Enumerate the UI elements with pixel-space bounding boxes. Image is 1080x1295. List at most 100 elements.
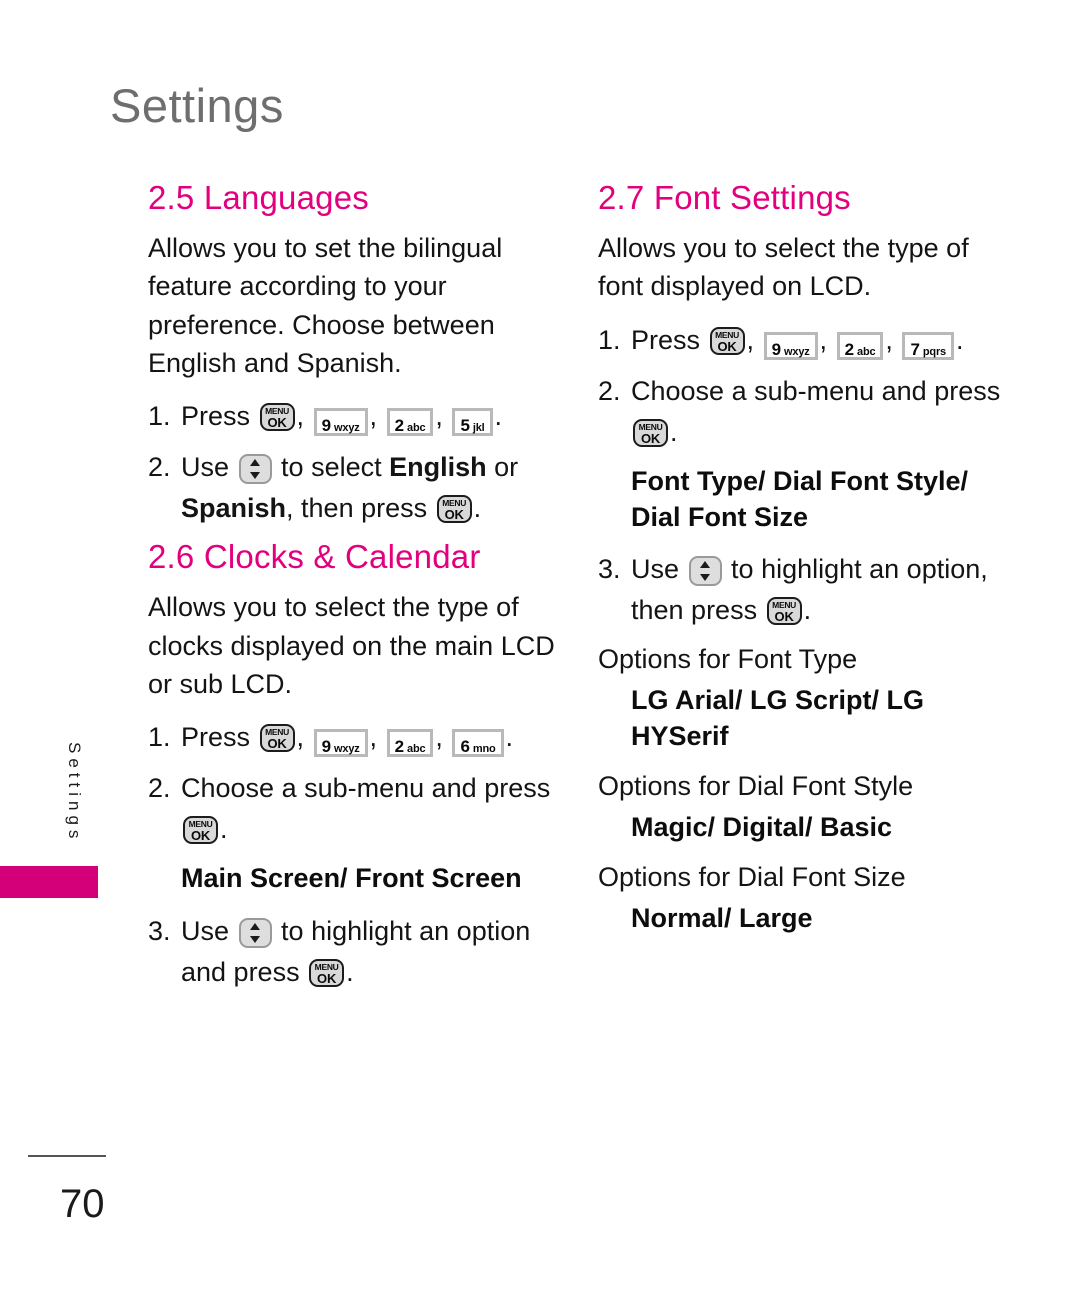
clocks-step-3: 3. Use to highlight an option and press M… <box>148 911 568 993</box>
keypad-digit: 9 <box>321 416 332 436</box>
keypad-digit: 2 <box>844 339 855 359</box>
side-tab-color-block <box>0 866 98 898</box>
menu-ok-key[interactable]: MENU OK <box>309 958 345 987</box>
comma: , <box>296 722 305 753</box>
step-trail: . <box>220 814 228 845</box>
conjunction: or <box>494 452 519 483</box>
triangle-up-icon <box>250 922 261 930</box>
triangle-down-icon <box>250 935 261 943</box>
triangle-down-icon <box>700 574 711 582</box>
step-trail: . <box>955 324 964 355</box>
menu-ok-key[interactable]: MENU OK <box>259 724 295 753</box>
menu-ok-key-bottom: OK <box>717 338 737 354</box>
comma: , <box>435 722 443 753</box>
navigation-up-down-key[interactable] <box>238 454 272 485</box>
step-tail: , then press <box>286 493 428 524</box>
menu-ok-key-bottom: OK <box>190 828 211 844</box>
section-title-font-settings: 2.7 Font Settings <box>598 179 851 216</box>
step-number: 3. <box>598 554 621 585</box>
step-number: 2. <box>598 375 621 406</box>
options-for-font-type-values: LG Arial/ LG Script/ LG HYSerif <box>631 684 925 751</box>
step-trail: . <box>505 722 514 753</box>
side-tab-label: Settings <box>65 742 84 844</box>
step-lead: Use <box>181 452 230 483</box>
keypad-key-9[interactable]: 9 wxyz <box>763 331 818 360</box>
languages-description: Allows you to set the bilingual feature … <box>148 232 503 378</box>
navigation-up-down-key[interactable] <box>688 556 722 587</box>
font-settings-description: Allows you to select the type of font di… <box>598 232 969 302</box>
step-trail: . <box>346 956 354 987</box>
font-settings-step-2: 2. Choose a sub-menu and press MENU OK. <box>598 371 1018 453</box>
section-title-languages: 2.5 Languages <box>148 179 369 216</box>
step-number: 1. <box>148 722 171 753</box>
keypad-key-2[interactable]: 2 abc <box>386 408 434 437</box>
font-settings-step-3: 3. Use to highlight an option, then press… <box>598 549 1018 631</box>
keypad-letters: jkl <box>472 422 485 435</box>
keypad-key-9[interactable]: 9 wxyz <box>313 729 368 758</box>
comma: , <box>296 401 305 432</box>
keypad-key-6[interactable]: 6 mno <box>452 729 504 758</box>
menu-ok-key[interactable]: MENU OK <box>436 495 472 524</box>
clocks-step-2: 2. Choose a sub-menu and press MENU OK. <box>148 768 568 850</box>
page-running-head: Settings <box>110 79 284 132</box>
options-for-dial-font-style-label: Options for Dial Font Style <box>598 771 914 802</box>
step-mid: to highlight an option and press <box>181 915 531 987</box>
keypad-letters: abc <box>407 422 426 435</box>
step-lead: Use <box>631 554 680 585</box>
comma: , <box>435 401 443 432</box>
languages-step-2: 2. Use to select English or Spanish, then… <box>148 447 568 529</box>
step-trail: . <box>494 401 503 432</box>
keypad-letters: wxyz <box>784 345 810 358</box>
menu-ok-key-bottom: OK <box>267 736 287 752</box>
step-number: 1. <box>598 324 621 355</box>
triangle-up-icon <box>250 459 261 467</box>
step-text: Choose a sub-menu and press <box>631 375 1001 406</box>
clocks-submenu-options: Main Screen/ Front Screen <box>181 863 522 894</box>
footer-divider <box>28 1155 106 1157</box>
step-mid: to select <box>281 452 382 483</box>
keypad-digit: 2 <box>394 416 405 436</box>
step-number: 1. <box>148 401 171 432</box>
menu-ok-key[interactable]: MENU OK <box>259 403 295 432</box>
comma: , <box>885 324 893 355</box>
keypad-letters: abc <box>407 743 426 756</box>
menu-ok-key[interactable]: MENU OK <box>633 418 668 447</box>
keypad-key-9[interactable]: 9 wxyz <box>313 408 368 437</box>
step-number: 3. <box>148 915 171 946</box>
menu-ok-key-bottom: OK <box>317 970 337 986</box>
menu-ok-key[interactable]: MENU OK <box>709 326 745 355</box>
options-for-dial-font-style-values: Magic/ Digital/ Basic <box>631 811 893 842</box>
left-column: 2.5 Languages Allows you to set the bili… <box>148 179 568 1003</box>
clocks-step-1: 1. Press MENU OK, 9 wxyz, 2 abc, 6 mno. <box>148 717 568 758</box>
options-for-dial-font-size-values: Normal/ Large <box>631 902 813 933</box>
step-trail: . <box>670 416 678 447</box>
comma: , <box>369 401 378 432</box>
languages-step-1: 1. Press MENU OK, 9 wxyz, 2 abc, 5 jkl. <box>148 396 568 437</box>
navigation-up-down-key[interactable] <box>238 917 272 948</box>
step-lead: Press <box>181 722 251 753</box>
font-settings-submenu-options: Font Type/ Dial Font Style/ Dial Font Si… <box>631 465 969 532</box>
keypad-digit: 9 <box>771 339 782 359</box>
keypad-key-2[interactable]: 2 abc <box>836 331 884 360</box>
options-for-dial-font-size-label: Options for Dial Font Size <box>598 862 906 893</box>
keypad-letters: wxyz <box>334 743 360 756</box>
keypad-digit: 2 <box>394 737 405 757</box>
right-column: 2.7 Font Settings Allows you to select t… <box>598 179 1018 950</box>
clocks-description: Allows you to select the type of clocks … <box>148 592 555 699</box>
menu-ok-key[interactable]: MENU OK <box>183 816 218 845</box>
keypad-digit: 9 <box>321 737 332 757</box>
menu-ok-key-bottom: OK <box>267 415 287 431</box>
option-spanish: Spanish <box>181 493 287 524</box>
step-trail: . <box>803 595 812 626</box>
keypad-key-2[interactable]: 2 abc <box>386 729 434 758</box>
menu-ok-key[interactable]: MENU OK <box>766 597 802 626</box>
keypad-letters: mno <box>472 743 496 756</box>
menu-ok-key-bottom: OK <box>640 430 661 446</box>
option-english: English <box>389 452 487 483</box>
keypad-key-5[interactable]: 5 jkl <box>452 408 493 437</box>
keypad-key-7[interactable]: 7 pqrs <box>902 331 954 360</box>
menu-ok-key-bottom: OK <box>444 507 464 523</box>
step-number: 2. <box>148 452 171 483</box>
step-number: 2. <box>148 773 171 804</box>
comma: , <box>369 722 378 753</box>
